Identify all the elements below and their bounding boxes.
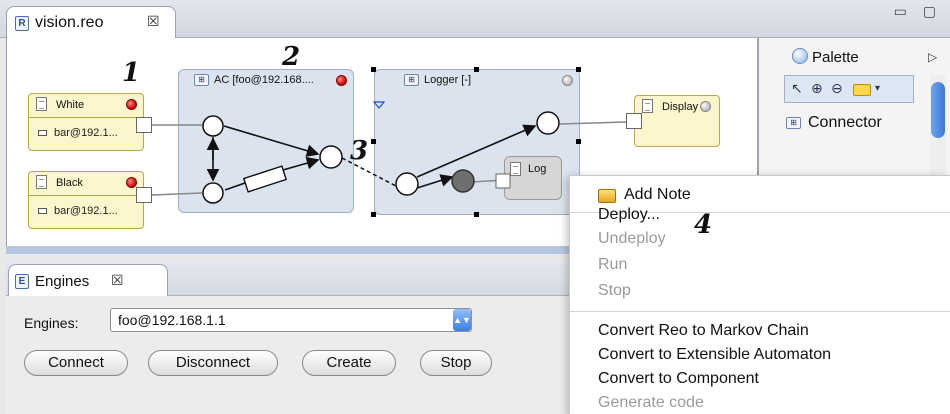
node: [319, 145, 343, 169]
menu-item-convert-markov[interactable]: Convert Reo to Markov Chain: [598, 322, 809, 340]
engines-tab-title: Engines: [35, 273, 90, 290]
node: [536, 111, 560, 135]
dropdown-arrow-icon[interactable]: ▾: [875, 83, 880, 94]
palette-toolbar: ↖ ⊕ ⊖ ▾: [784, 75, 914, 103]
menu-item-convert-component[interactable]: Convert to Component: [598, 370, 759, 388]
annotation-4: 4: [694, 210, 713, 240]
sync-channel: [416, 174, 454, 189]
menu-separator: [570, 311, 950, 312]
annotation-2: 2: [282, 42, 301, 72]
create-button[interactable]: Create: [302, 350, 396, 376]
palette-title: Palette: [812, 49, 859, 66]
port-log-in: [495, 173, 511, 189]
sync-channel: [223, 125, 320, 157]
connect-button[interactable]: Connect: [24, 350, 128, 376]
engines-view-icon: E: [15, 274, 29, 289]
menu-item-generate-code[interactable]: Generate code: [598, 394, 704, 412]
tab-engines[interactable]: E Engines ☒: [8, 264, 168, 297]
engines-select-value: foo@192.168.1.1: [118, 312, 226, 328]
engines-label: Engines:: [24, 315, 79, 331]
fifo-channel-a: [224, 182, 246, 191]
stop-button[interactable]: Stop: [420, 350, 492, 376]
node: [202, 115, 224, 137]
note-icon[interactable]: [853, 84, 871, 96]
annotation-1: 1: [122, 58, 141, 88]
annotation-3: 3: [350, 136, 369, 166]
channel-black: [151, 192, 203, 196]
dropdown-arrow-icon[interactable]: ▲▼: [453, 309, 471, 331]
window-controls[interactable]: ▭ ▢: [894, 3, 942, 20]
node: [202, 182, 224, 204]
channel-display: [559, 121, 627, 125]
zoom-in-icon[interactable]: ⊕: [811, 80, 823, 97]
component-icon: ⊞: [786, 117, 801, 129]
collapse-arrow-icon[interactable]: ▷: [928, 50, 937, 64]
disconnect-button[interactable]: Disconnect: [148, 350, 278, 376]
sync-channel: [416, 124, 537, 178]
menu-item-deploy[interactable]: Deploy...: [598, 206, 660, 224]
node: [395, 172, 419, 196]
palette-item-connector[interactable]: Connector: [808, 114, 882, 132]
menu-item-stop[interactable]: Stop: [598, 282, 631, 300]
chevron-down-icon: [372, 101, 386, 109]
node-filled: [451, 169, 475, 193]
menu-item-add-note[interactable]: Add Note: [624, 186, 691, 204]
menu-item-convert-automaton[interactable]: Convert to Extensible Automaton: [598, 346, 831, 364]
fifo-channel-b: [282, 156, 320, 171]
add-note-icon: [598, 189, 616, 203]
menu-item-run[interactable]: Run: [598, 256, 627, 274]
zoom-out-icon[interactable]: ⊖: [831, 80, 843, 97]
fifo-buffer: [242, 165, 288, 193]
menu-item-undeploy[interactable]: Undeploy: [598, 230, 666, 248]
scrollbar-thumb[interactable]: [931, 82, 945, 138]
select-arrow-icon[interactable]: ↖: [791, 80, 803, 97]
palette-icon: [792, 48, 808, 64]
close-icon[interactable]: ☒: [111, 272, 124, 289]
